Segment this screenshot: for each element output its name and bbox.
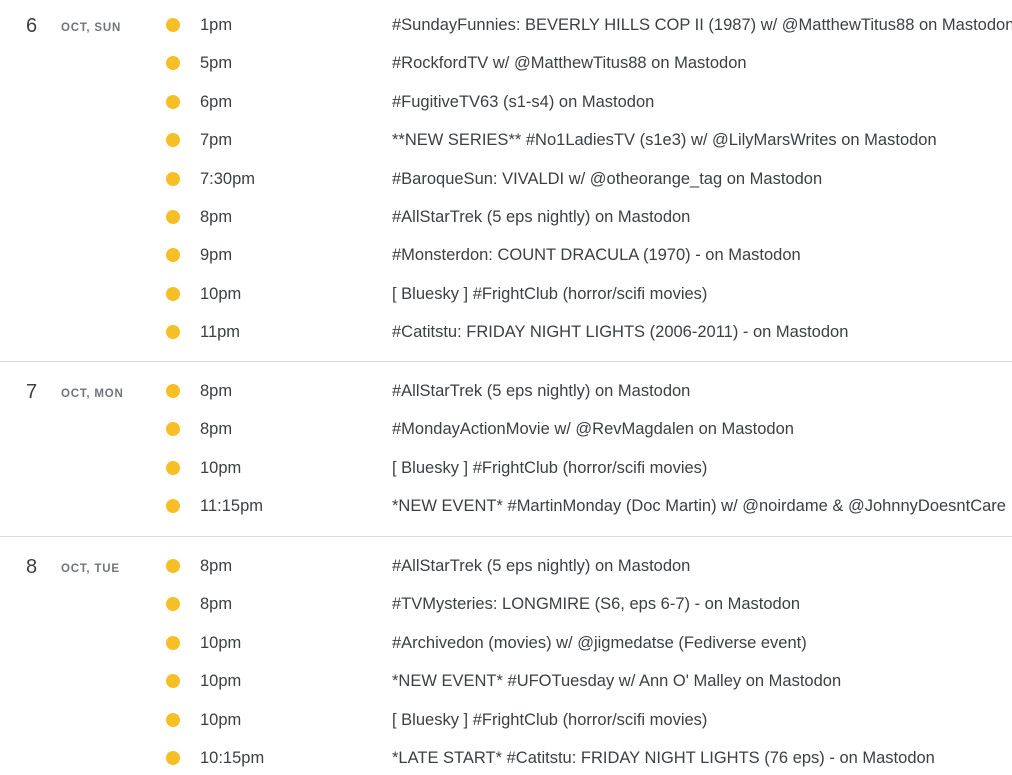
event-color-dot-icon <box>166 712 180 727</box>
event-item[interactable]: 11:15pm *NEW EVENT* #MartinMonday (Doc Ma… <box>0 487 1012 525</box>
event-time: 8pm <box>200 557 233 575</box>
event-title: #MondayActionMovie w/ @RevMagdalen on Ma… <box>392 420 794 439</box>
event-time: 11:15pm <box>200 497 263 516</box>
event-color-dot-icon <box>166 94 180 109</box>
event-item[interactable]: 10pm #Archivedon (movies) w/ @jigmedatse … <box>0 624 1012 662</box>
event-time: 11pm <box>200 323 241 342</box>
event-time: 7:30pm <box>200 169 256 188</box>
event-item[interactable]: 10pm [ Bluesky ] #FrightClub (horror/scif… <box>0 701 1012 739</box>
event-title: #SundayFunnies: BEVERLY HILLS COP II (19… <box>392 16 1012 34</box>
event-title: *NEW EVENT* #MartinMonday (Doc Martin) w… <box>392 497 1006 516</box>
event-time: 8pm <box>200 595 233 614</box>
event-color-dot-icon <box>166 171 180 186</box>
event-title: #TVMysteries: LONGMIRE (S6, eps 6-7) - o… <box>392 595 801 614</box>
day-group-oct-7: 7 OCT, MON 8pm #AllStarTrek (5 eps nightl… <box>0 362 1012 537</box>
event-color-dot-icon <box>166 18 180 32</box>
event-item[interactable]: 8pm #TVMysteries: LONGMIRE (S6, eps 6-7) … <box>0 585 1012 623</box>
event-item[interactable]: 8pm #AllStarTrek (5 eps nightly) on Masto… <box>0 372 1012 410</box>
event-list: 8pm #AllStarTrek (5 eps nightly) on Masto… <box>0 537 1012 775</box>
event-time: 7pm <box>200 131 233 150</box>
event-item[interactable]: 1pm #SundayFunnies: BEVERLY HILLS COP II … <box>0 6 1012 44</box>
event-item[interactable]: 5pm #RockfordTV w/ @MatthewTitus88 on Mas… <box>0 44 1012 82</box>
event-color-dot-icon <box>166 384 180 398</box>
event-time: 10pm <box>200 672 242 691</box>
event-item[interactable]: 6pm #FugitiveTV63 (s1-s4) on Mastodon <box>0 83 1012 121</box>
event-list: 8pm #AllStarTrek (5 eps nightly) on Masto… <box>0 362 1012 526</box>
event-time: 10pm <box>200 633 242 652</box>
event-title: **NEW SERIES** #No1LadiesTV (s1e3) w/ @L… <box>392 131 937 150</box>
day-group-oct-8: 8 OCT, TUE 8pm #AllStarTrek (5 eps nightl… <box>0 537 1012 775</box>
event-title: [ Bluesky ] #FrightClub (horror/scifi mo… <box>392 710 708 729</box>
day-group-oct-6: 6 OCT, SUN 1pm #SundayFunnies: BEVERLY HI… <box>0 6 1012 362</box>
event-title: #AllStarTrek (5 eps nightly) on Mastodon <box>392 382 691 400</box>
agenda-list: 6 OCT, SUN 1pm #SundayFunnies: BEVERLY HI… <box>0 6 1012 775</box>
event-item[interactable]: 9pm #Monsterdon: COUNT DRACULA (1970) - o… <box>0 236 1012 274</box>
event-item[interactable]: 10pm [ Bluesky ] #FrightClub (horror/scif… <box>0 275 1012 313</box>
event-item[interactable]: 8pm #AllStarTrek (5 eps nightly) on Masto… <box>0 198 1012 236</box>
event-color-dot-icon <box>166 750 180 765</box>
event-item[interactable]: 7pm **NEW SERIES** #No1LadiesTV (s1e3) w/… <box>0 121 1012 159</box>
event-item[interactable]: 10pm *NEW EVENT* #UFOTuesday w/ Ann O' Ma… <box>0 662 1012 700</box>
event-time: 10pm <box>200 284 242 303</box>
event-title: #AllStarTrek (5 eps nightly) on Mastodon <box>392 557 691 575</box>
event-time: 9pm <box>200 246 233 265</box>
event-title: #BaroqueSun: VIVALDI w/ @otheorange_tag … <box>392 169 823 188</box>
event-color-dot-icon <box>166 674 180 689</box>
event-time: 5pm <box>200 54 233 73</box>
event-title: *NEW EVENT* #UFOTuesday w/ Ann O' Malley… <box>392 672 842 691</box>
event-color-dot-icon <box>166 559 180 573</box>
event-time: 10pm <box>200 710 242 729</box>
event-color-dot-icon <box>166 133 180 148</box>
event-color-dot-icon <box>166 422 180 437</box>
event-item[interactable]: 8pm #AllStarTrek (5 eps nightly) on Masto… <box>0 547 1012 585</box>
event-title: [ Bluesky ] #FrightClub (horror/scifi mo… <box>392 284 708 303</box>
event-color-dot-icon <box>166 635 180 650</box>
event-title: *LATE START* #Catitstu: FRIDAY NIGHT LIG… <box>392 748 935 767</box>
event-title: #AllStarTrek (5 eps nightly) on Mastodon <box>392 207 691 226</box>
event-title: #FugitiveTV63 (s1-s4) on Mastodon <box>392 92 655 111</box>
event-item[interactable]: 10:15pm *LATE START* #Catitstu: FRIDAY NI… <box>0 739 1012 775</box>
event-color-dot-icon <box>166 286 180 301</box>
event-color-dot-icon <box>166 499 180 514</box>
event-title: #Catitstu: FRIDAY NIGHT LIGHTS (2006-201… <box>392 323 849 342</box>
event-time: 6pm <box>200 92 233 111</box>
event-time: 1pm <box>200 16 233 34</box>
event-title: [ Bluesky ] #FrightClub (horror/scifi mo… <box>392 458 708 477</box>
event-time: 8pm <box>200 207 233 226</box>
event-color-dot-icon <box>166 325 180 340</box>
event-time: 10pm <box>200 458 242 477</box>
event-color-dot-icon <box>166 56 180 71</box>
event-title: #Archivedon (movies) w/ @jigmedatse (Fed… <box>392 633 807 652</box>
event-time: 8pm <box>200 382 233 400</box>
event-item[interactable]: 11pm #Catitstu: FRIDAY NIGHT LIGHTS (2006… <box>0 313 1012 351</box>
event-title: #RockfordTV w/ @MatthewTitus88 on Mastod… <box>392 54 747 73</box>
event-list: 1pm #SundayFunnies: BEVERLY HILLS COP II … <box>0 6 1012 352</box>
event-time: 8pm <box>200 420 233 439</box>
event-item[interactable]: 8pm #MondayActionMovie w/ @RevMagdalen on… <box>0 410 1012 448</box>
event-item[interactable]: 10pm [ Bluesky ] #FrightClub (horror/scif… <box>0 449 1012 487</box>
event-color-dot-icon <box>166 460 180 475</box>
event-title: #Monsterdon: COUNT DRACULA (1970) - on M… <box>392 246 801 265</box>
event-color-dot-icon <box>166 597 180 612</box>
event-color-dot-icon <box>166 248 180 263</box>
event-item[interactable]: 7:30pm #BaroqueSun: VIVALDI w/ @otheorang… <box>0 160 1012 198</box>
event-time: 10:15pm <box>200 748 265 767</box>
event-color-dot-icon <box>166 209 180 224</box>
